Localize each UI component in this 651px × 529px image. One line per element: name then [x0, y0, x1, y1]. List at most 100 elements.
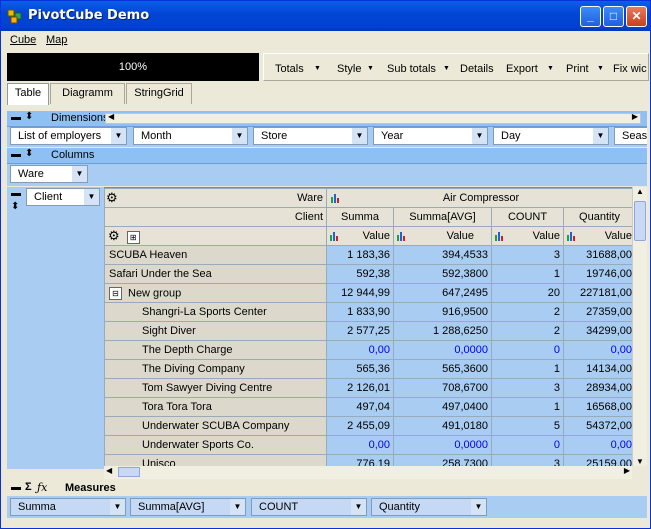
collapse-icon[interactable]: ▬ [11, 482, 21, 493]
menu-cube[interactable]: Cube [10, 34, 36, 46]
expand-all-icon[interactable]: ⊞ [126, 230, 140, 244]
sigma-icon[interactable]: Σ [25, 481, 32, 493]
scroll-down-icon[interactable]: ▼ [636, 457, 644, 466]
sort-updown-icon[interactable]: ⬍ [25, 111, 33, 122]
export-dropdown-icon[interactable]: ▼ [547, 65, 554, 72]
table-row[interactable]: Sight Diver 2 577,25 1 288,6250 2 34299,00 [104, 321, 637, 341]
dimension-store[interactable]: Store ▼ [253, 127, 368, 145]
toolbar-export[interactable]: Export [506, 63, 538, 75]
row-header-cell[interactable]: The Depth Charge [104, 340, 327, 360]
row-header-cell[interactable]: Underwater SCUBA Company [104, 416, 327, 436]
scroll-right-icon[interactable]: ▶ [624, 466, 630, 475]
dropdown-icon[interactable]: ▼ [351, 499, 366, 515]
dropdown-icon[interactable]: ▼ [232, 128, 247, 144]
value-cell[interactable]: 2 577,25 [326, 321, 394, 341]
value-cell[interactable]: 2 126,01 [326, 378, 394, 398]
table-row[interactable]: The Depth Charge 0,00 0,0000 0 0,00 [104, 340, 637, 360]
cube-settings-icon[interactable]: ⚙ [106, 190, 118, 206]
table-row[interactable]: The Diving Company 565,36 565,3600 1 14134,0… [104, 359, 637, 379]
formula-icon[interactable]: ƒx [37, 481, 47, 494]
table-row[interactable]: Underwater Sports Co. 0,00 0,0000 0 0,00 [104, 435, 637, 455]
value-cell[interactable]: 3 [491, 245, 564, 265]
dropdown-icon[interactable]: ▼ [84, 189, 99, 205]
value-cell[interactable]: 0,0000 [393, 340, 492, 360]
value-cell[interactable]: 1 [491, 264, 564, 284]
collapse-icon[interactable]: ▬ [11, 149, 21, 160]
scroll-left-icon[interactable]: ◀ [108, 112, 114, 121]
value-cell[interactable]: 647,2495 [393, 283, 492, 303]
row-header-cell[interactable]: Safari Under the Sea [104, 264, 327, 284]
value-cell[interactable]: 497,04 [326, 397, 394, 417]
measure-header-quantity[interactable]: Quantity [562, 207, 637, 227]
value-cell[interactable]: 2 [491, 302, 564, 322]
chart-icon[interactable] [331, 193, 341, 203]
tab-table[interactable]: Table [7, 83, 49, 105]
value-cell[interactable]: 28934,00 [562, 378, 637, 398]
scroll-thumb[interactable] [634, 201, 646, 241]
value-header-cell[interactable]: Value [562, 226, 637, 246]
style-dropdown-icon[interactable]: ▼ [367, 65, 374, 72]
measure-header-summa[interactable]: Summa [326, 207, 394, 227]
measure-header-count[interactable]: COUNT [491, 207, 564, 227]
row-header-cell[interactable]: Shangri-La Sports Center [104, 302, 327, 322]
grid-horizontal-scrollbar[interactable]: ◀ ▶ [104, 466, 632, 479]
scroll-up-icon[interactable]: ▲ [636, 187, 644, 196]
tab-stringgrid[interactable]: StringGrid [126, 83, 192, 104]
row-header-cell[interactable]: Tom Sawyer Diving Centre [104, 378, 327, 398]
table-row[interactable]: Unisco 776,19 258,7300 3 25159,00 [104, 454, 637, 466]
dimension-list-of-employers[interactable]: List of employers ▼ [10, 127, 127, 145]
value-cell[interactable]: 565,36 [326, 359, 394, 379]
dimension-year[interactable]: Year ▼ [373, 127, 488, 145]
measure-summa[interactable]: Summa ▼ [10, 498, 126, 516]
grid-vertical-scrollbar[interactable]: ▲ ▼ [632, 187, 647, 466]
print-dropdown-icon[interactable]: ▼ [597, 65, 604, 72]
value-header-cell[interactable]: Value [393, 226, 492, 246]
value-cell[interactable]: 3 [491, 378, 564, 398]
dropdown-icon[interactable]: ▼ [230, 499, 245, 515]
toolbar-print[interactable]: Print [566, 63, 589, 75]
dimension-season[interactable]: Seas [614, 127, 647, 145]
menu-map[interactable]: Map [46, 34, 67, 46]
sort-updown-icon[interactable]: ⬍ [11, 201, 19, 212]
column-ware[interactable]: Ware ▼ [10, 165, 88, 183]
dimension-month[interactable]: Month ▼ [133, 127, 248, 145]
value-cell[interactable]: 25159,00 [562, 454, 637, 466]
row-client[interactable]: Client ▼ [26, 188, 100, 206]
toolbar-totals[interactable]: Totals [275, 63, 304, 75]
value-cell[interactable]: 0,00 [326, 340, 394, 360]
value-cell[interactable]: 27359,00 [562, 302, 637, 322]
toolbar-style[interactable]: Style [337, 63, 361, 75]
value-cell[interactable]: 5 [491, 416, 564, 436]
scroll-thumb[interactable] [118, 467, 140, 477]
sort-updown-icon[interactable]: ⬍ [25, 148, 33, 159]
value-cell[interactable]: 394,4533 [393, 245, 492, 265]
row-header-cell[interactable]: Tora Tora Tora [104, 397, 327, 417]
title-bar[interactable]: PivotCube Demo _ □ ✕ [1, 1, 650, 31]
value-cell[interactable]: 227181,00 [562, 283, 637, 303]
value-cell[interactable]: 0,00 [562, 435, 637, 455]
value-cell[interactable]: 1 [491, 397, 564, 417]
close-button[interactable]: ✕ [626, 6, 647, 27]
value-cell[interactable]: 12 944,99 [326, 283, 394, 303]
row-header-cell[interactable]: ⊟ New group [104, 283, 327, 303]
value-cell[interactable]: 258,7300 [393, 454, 492, 466]
table-row[interactable]: Underwater SCUBA Company 2 455,09 491,0180… [104, 416, 637, 436]
row-header-cell[interactable]: Sight Diver [104, 321, 327, 341]
value-cell[interactable]: 497,0400 [393, 397, 492, 417]
value-cell[interactable]: 491,0180 [393, 416, 492, 436]
group-icon[interactable]: ⊟ [109, 286, 122, 300]
value-cell[interactable]: 592,38 [326, 264, 394, 284]
value-cell[interactable]: 54372,00 [562, 416, 637, 436]
dropdown-icon[interactable]: ▼ [472, 128, 487, 144]
collapse-icon[interactable]: ▬ [11, 188, 21, 199]
measure-summa-avg[interactable]: Summa[AVG] ▼ [130, 498, 246, 516]
value-cell[interactable]: 2 [491, 321, 564, 341]
value-cell[interactable]: 2 455,09 [326, 416, 394, 436]
cube-settings-icon[interactable]: ⚙ [108, 228, 120, 243]
dropdown-icon[interactable]: ▼ [72, 166, 87, 182]
value-header-cell[interactable]: Value [326, 226, 394, 246]
value-cell[interactable]: 14134,00 [562, 359, 637, 379]
toolbar-fix-width[interactable]: Fix wic [613, 63, 647, 75]
subtotals-dropdown-icon[interactable]: ▼ [443, 65, 450, 72]
row-header-cell[interactable]: Unisco [104, 454, 327, 466]
